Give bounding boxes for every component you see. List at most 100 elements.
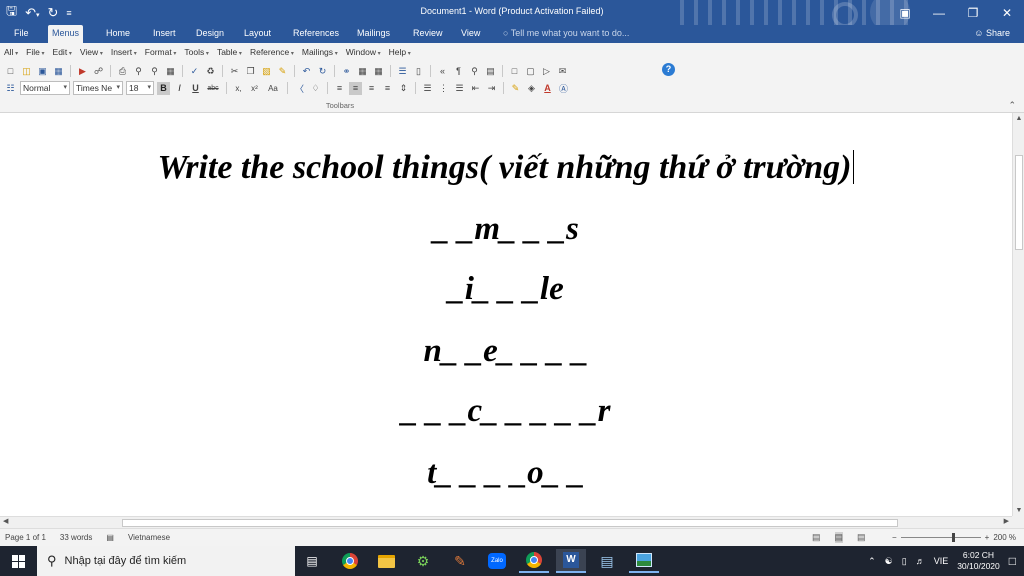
table-icon[interactable]: ▦	[356, 65, 369, 78]
tab-insert[interactable]: Insert	[149, 25, 180, 43]
clear-formatting-icon[interactable]: 〈	[293, 82, 306, 95]
zoom-in-button[interactable]: +	[985, 533, 990, 542]
menu-window[interactable]: Window	[346, 47, 381, 60]
horizontal-scroll-thumb[interactable]	[122, 519, 898, 527]
page-count[interactable]: Page 1 of 1	[5, 533, 46, 542]
menu-insert[interactable]: Insert	[111, 47, 137, 60]
notifications-icon[interactable]: □	[1009, 554, 1016, 568]
save-all-icon[interactable]: ▦	[52, 65, 65, 78]
word-taskbar-app[interactable]: W	[556, 549, 586, 573]
bold-button[interactable]: B	[157, 81, 170, 95]
tab-view[interactable]: View	[457, 25, 484, 43]
pdf-icon[interactable]: ▶	[76, 65, 89, 78]
minimize-icon[interactable]: —	[922, 0, 956, 25]
font-color-icon[interactable]: A	[541, 82, 554, 95]
insert-table-icon[interactable]: ▦	[372, 65, 385, 78]
spelling-icon[interactable]: ✓	[188, 65, 201, 78]
close-icon[interactable]: ✕	[990, 0, 1024, 25]
word-count[interactable]: 33 words	[60, 533, 92, 542]
read-mode-view-icon[interactable]: ▤	[812, 532, 821, 543]
chrome-taskbar-app-2[interactable]	[519, 549, 549, 573]
document-page[interactable]: Write the school things( viết những thứ …	[0, 113, 1012, 516]
underline-button[interactable]: U	[189, 82, 202, 95]
italic-button[interactable]: I	[173, 82, 186, 95]
research-icon[interactable]: ▦	[164, 65, 177, 78]
align-left-icon[interactable]: ≡	[333, 82, 346, 95]
menu-reference[interactable]: Reference	[250, 47, 294, 60]
menu-all[interactable]: All	[4, 47, 18, 60]
help-icon[interactable]: ?	[662, 63, 675, 76]
format-painter-icon[interactable]: ✎	[276, 65, 289, 78]
scroll-up-icon[interactable]: ▲	[1013, 115, 1024, 122]
font-select[interactable]: Times Ne	[73, 81, 123, 95]
track-changes-icon[interactable]: ▢	[524, 65, 537, 78]
taskbar-search[interactable]: ⚲ Nhập tại đây để tìm kiếm	[37, 546, 295, 576]
menu-mailings[interactable]: Mailings	[302, 47, 338, 60]
text-outline-icon[interactable]: Ⓐ	[557, 82, 570, 95]
thesaurus-icon[interactable]: ♻	[204, 65, 217, 78]
share-button[interactable]: ☺ Share	[974, 25, 1010, 43]
zoom-slider[interactable]	[900, 533, 981, 542]
show-hide-icon[interactable]: ¶	[452, 65, 465, 78]
battery-icon[interactable]: ▯	[902, 556, 907, 567]
collapse-ribbon-icon[interactable]: ⌃	[1008, 100, 1016, 111]
style-select[interactable]: Normal	[20, 81, 70, 95]
columns-icon[interactable]: ☰	[396, 65, 409, 78]
chrome-taskbar-app[interactable]	[335, 549, 365, 573]
tab-review[interactable]: Review	[409, 25, 447, 43]
zalo-taskbar-app[interactable]: Zalo	[482, 549, 512, 573]
scroll-down-icon[interactable]: ▼	[1013, 507, 1024, 514]
start-button[interactable]	[0, 546, 36, 576]
line-spacing-icon[interactable]: ⇕	[397, 82, 410, 95]
drawing-icon[interactable]: ▯	[412, 65, 425, 78]
read-mode-icon[interactable]: ▤	[484, 65, 497, 78]
print-icon[interactable]: ⎙	[116, 65, 129, 78]
comment-icon[interactable]: □	[508, 65, 521, 78]
decrease-indent-icon[interactable]: ⇤	[469, 82, 482, 95]
menu-help[interactable]: Help	[389, 47, 411, 60]
tab-references[interactable]: References	[289, 25, 343, 43]
vertical-scrollbar[interactable]: ▲ ▼	[1012, 113, 1024, 516]
menu-table[interactable]: Table	[217, 47, 242, 60]
bullets-icon[interactable]: ⋮	[437, 82, 450, 95]
permission-icon[interactable]: ☍	[92, 65, 105, 78]
show-hidden-icons-icon[interactable]: ⌃	[868, 556, 876, 567]
scroll-right-icon[interactable]: ▶	[1004, 517, 1009, 525]
tab-design[interactable]: Design	[192, 25, 228, 43]
language-indicator[interactable]: Vietnamese	[128, 533, 170, 542]
increase-indent-icon[interactable]: ⇥	[485, 82, 498, 95]
tell-me-search[interactable]: ○ Tell me what you want to do...	[503, 25, 629, 43]
menu-file[interactable]: File	[26, 47, 44, 60]
print-layout-view-icon[interactable]: ▤	[834, 532, 844, 543]
proofing-icon[interactable]: ▤	[106, 533, 114, 542]
menu-format[interactable]: Format	[145, 47, 177, 60]
subscript-button[interactable]: x,	[232, 82, 245, 95]
next-change-icon[interactable]: ▷	[540, 65, 553, 78]
open-folder-icon[interactable]: ◫	[20, 65, 33, 78]
tab-layout[interactable]: Layout	[240, 25, 275, 43]
shading-icon[interactable]: ◈	[525, 82, 538, 95]
envelope-icon[interactable]: ✉	[556, 65, 569, 78]
photos-taskbar-app[interactable]	[629, 549, 659, 573]
redo-icon[interactable]: ↻	[316, 65, 329, 78]
clock[interactable]: 6:02 CH 30/10/2020	[957, 550, 1000, 572]
align-right-icon[interactable]: ≡	[365, 82, 378, 95]
strikethrough-button[interactable]: abc	[205, 82, 221, 95]
change-case-button[interactable]: Aa	[264, 82, 282, 95]
network-icon[interactable]: ☯	[885, 556, 893, 567]
superscript-button[interactable]: x²	[248, 82, 261, 95]
tab-menus[interactable]: Menus	[48, 25, 84, 43]
menu-view[interactable]: View	[80, 47, 103, 60]
vertical-scroll-thumb[interactable]	[1015, 155, 1023, 250]
green-app-taskbar-app[interactable]: ⚙	[408, 549, 438, 573]
copy-icon[interactable]: ❐	[244, 65, 257, 78]
zoom-icon[interactable]: ⚲	[468, 65, 481, 78]
maximize-icon[interactable]: ❐	[956, 0, 990, 25]
task-view-button[interactable]: ▤	[297, 549, 327, 573]
scroll-left-icon[interactable]: ◀	[3, 517, 8, 525]
input-language[interactable]: VIE	[934, 556, 949, 566]
align-center-icon[interactable]: ≡	[349, 81, 362, 95]
font-size-select[interactable]: 18	[126, 81, 154, 95]
print-preview-icon[interactable]: ⚲	[132, 65, 145, 78]
new-document-icon[interactable]: □	[4, 65, 17, 78]
